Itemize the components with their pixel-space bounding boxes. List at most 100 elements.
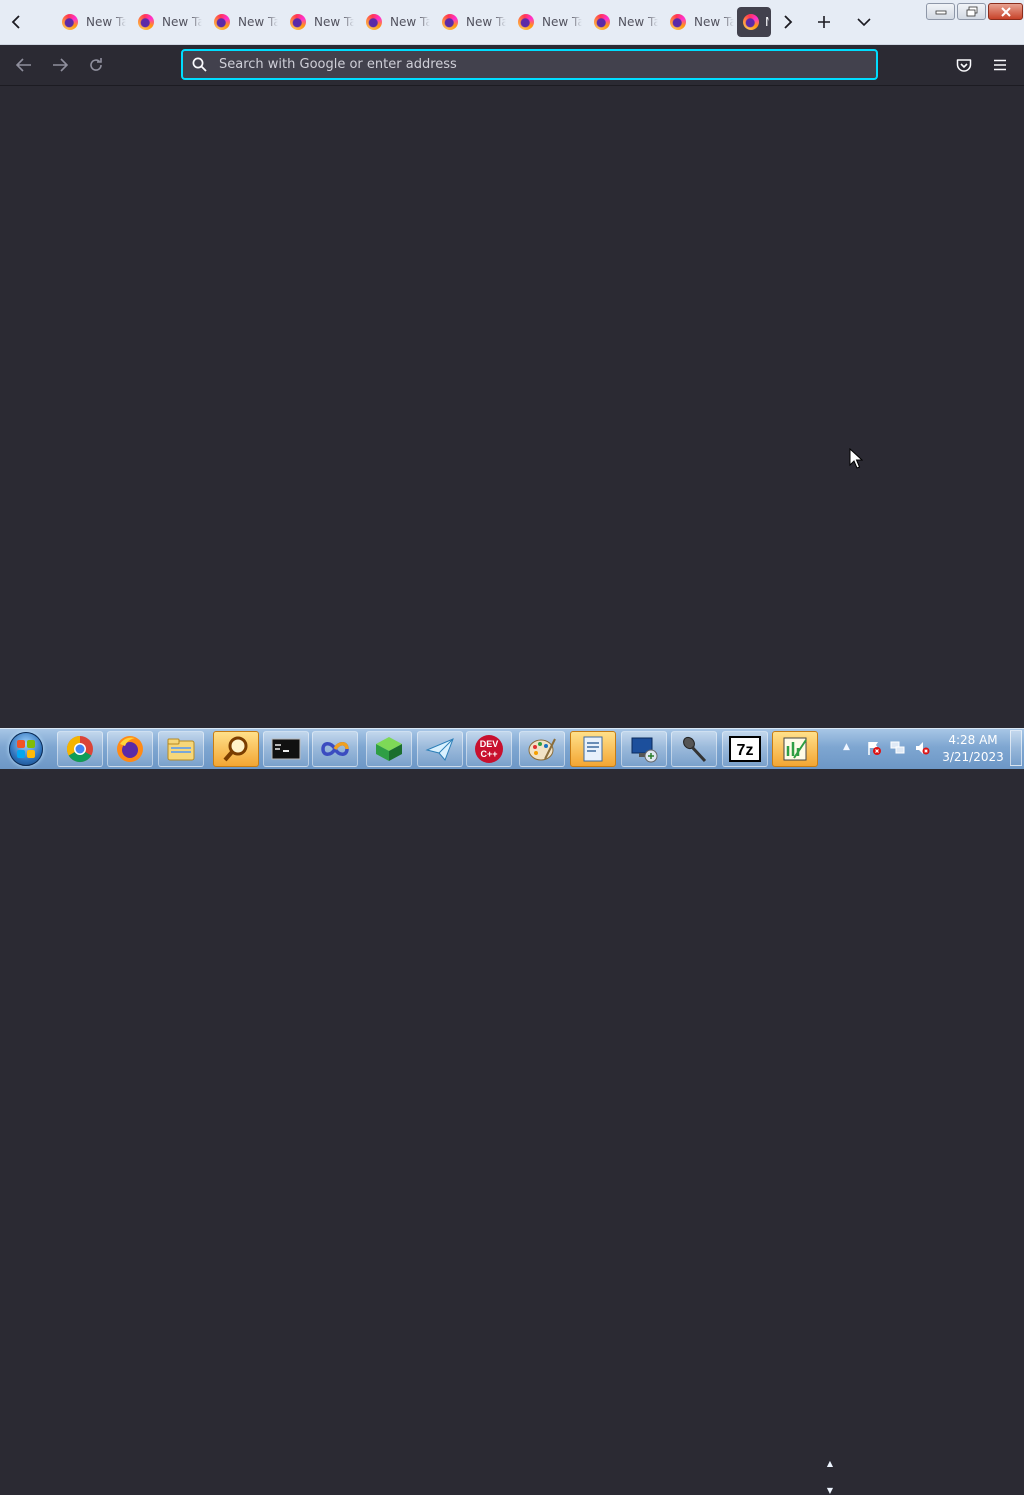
- taskbar-green-app-button[interactable]: [366, 731, 412, 767]
- volume-muted-icon[interactable]: [914, 740, 930, 756]
- taskbar-paper-plane-button[interactable]: [417, 731, 463, 767]
- close-icon: [1000, 6, 1011, 17]
- tab[interactable]: New Tab: [664, 7, 736, 37]
- close-window-button[interactable]: [988, 3, 1023, 20]
- pocket-icon: [956, 58, 972, 72]
- reload-button[interactable]: [82, 51, 110, 79]
- restore-button[interactable]: [957, 3, 986, 20]
- pocket-button[interactable]: [950, 51, 978, 79]
- paper-plane-icon: [425, 738, 454, 761]
- tab-label: New Tab: [466, 15, 506, 29]
- taskbar-7zip-button[interactable]: 7z: [722, 731, 768, 767]
- chevron-left-icon: [11, 15, 20, 29]
- tab-label: New Tab: [618, 15, 658, 29]
- restore-icon: [966, 6, 977, 17]
- address-bar[interactable]: [181, 49, 878, 80]
- 7zip-icon: 7z: [729, 736, 761, 762]
- taskbar-devcpp-button[interactable]: DEV C++: [466, 731, 512, 767]
- windows-logo-icon: [9, 732, 43, 766]
- folder-icon: [167, 738, 195, 761]
- clock-time: 4:28 AM: [948, 733, 998, 747]
- document-icon: [583, 736, 603, 762]
- firefox-icon: [670, 14, 686, 30]
- navigation-toolbar: [0, 45, 1024, 86]
- tab-label: New Tab: [542, 15, 582, 29]
- tab[interactable]: New Tab: [56, 7, 128, 37]
- start-button[interactable]: [4, 730, 48, 768]
- taskbar-search-app-button[interactable]: [213, 731, 259, 767]
- minimize-icon: [935, 10, 946, 14]
- clock-date: 3/21/2023: [942, 750, 1004, 764]
- list-all-tabs-button[interactable]: [850, 8, 878, 36]
- tab[interactable]: New Tab: [588, 7, 660, 37]
- scroll-down-icon[interactable]: ▼: [827, 1486, 833, 1495]
- action-center-flag-icon[interactable]: [866, 740, 882, 756]
- taskbar-paint-button[interactable]: [519, 731, 565, 767]
- tab-label: New Tab: [390, 15, 430, 29]
- plus-icon: [818, 16, 830, 28]
- tab[interactable]: New Tab: [436, 7, 508, 37]
- taskbar-explorer-button[interactable]: [158, 731, 204, 767]
- svg-text:7z: 7z: [737, 742, 754, 759]
- system-clock[interactable]: 4:28 AM 3/21/2023: [940, 732, 1006, 766]
- reload-icon: [90, 58, 102, 71]
- page-content[interactable]: [0, 86, 1024, 728]
- svg-text:DEV: DEV: [480, 739, 499, 749]
- scroll-up-icon[interactable]: ▲: [827, 1459, 833, 1468]
- taskbar-chrome-button[interactable]: [57, 731, 103, 767]
- firefox-icon: [366, 14, 382, 30]
- terminal-icon: [271, 738, 301, 760]
- svg-text:C++: C++: [480, 749, 497, 759]
- chrome-icon: [66, 735, 93, 763]
- firefox-icon: [518, 14, 534, 30]
- chevron-right-icon: [784, 15, 793, 29]
- palette-icon: [528, 738, 556, 761]
- tab[interactable]: New Tab: [208, 7, 280, 37]
- devcpp-icon: DEV C++: [475, 735, 503, 763]
- firefox-icon: [442, 14, 458, 30]
- taskbar-microphone-button[interactable]: [671, 731, 717, 767]
- magnifier-icon: [223, 736, 248, 762]
- tab[interactable]: New Tab: [512, 7, 584, 37]
- show-desktop-button[interactable]: [1010, 730, 1022, 766]
- chevron-down-icon: [857, 18, 871, 27]
- firefox-icon: [117, 736, 143, 762]
- firefox-icon: [62, 14, 78, 30]
- forward-button[interactable]: [46, 51, 74, 79]
- taskbar-command-prompt-button[interactable]: [263, 731, 309, 767]
- taskbar-scroll[interactable]: ▲ ▼: [822, 1459, 838, 1495]
- infinity-icon: [321, 742, 349, 756]
- tab-strip: New Tab New Tab New Tab New Tab New Tab …: [0, 0, 1024, 45]
- taskbar-firefox-button[interactable]: [107, 731, 153, 767]
- tab[interactable]: New Tab: [132, 7, 204, 37]
- tab-label: New Tab: [765, 15, 769, 29]
- network-icon[interactable]: [890, 740, 906, 756]
- taskbar-chart-editor-button[interactable]: [772, 731, 818, 767]
- menu-button[interactable]: [986, 51, 1014, 79]
- mouse-pointer-icon: [849, 448, 863, 469]
- microphone-icon: [683, 736, 707, 763]
- remote-desktop-icon: [631, 737, 658, 763]
- tab-active[interactable]: New Tab: [737, 7, 771, 37]
- show-hidden-icons-button[interactable]: ▲: [843, 742, 850, 752]
- minimize-button[interactable]: [926, 3, 955, 20]
- scroll-tabs-left-button[interactable]: [2, 8, 30, 36]
- firefox-icon: [138, 14, 154, 30]
- new-tab-button[interactable]: [810, 8, 838, 36]
- taskbar-document-button[interactable]: [570, 731, 616, 767]
- taskbar-remote-desktop-button[interactable]: [621, 731, 667, 767]
- firefox-icon: [290, 14, 306, 30]
- tab[interactable]: New Tab: [284, 7, 356, 37]
- back-button[interactable]: [10, 51, 38, 79]
- tab-label: New Tab: [86, 15, 126, 29]
- tab[interactable]: New Tab: [360, 7, 432, 37]
- tab-label: New Tab: [162, 15, 202, 29]
- scroll-tabs-right-button[interactable]: [774, 8, 802, 36]
- chart-editor-icon: [783, 737, 807, 761]
- taskbar-infinity-app-button[interactable]: [312, 731, 358, 767]
- arrow-right-icon: [53, 58, 68, 72]
- green-box-icon: [376, 737, 402, 761]
- tab-label: New Tab: [314, 15, 354, 29]
- search-icon: [191, 57, 207, 73]
- address-input[interactable]: [217, 56, 841, 73]
